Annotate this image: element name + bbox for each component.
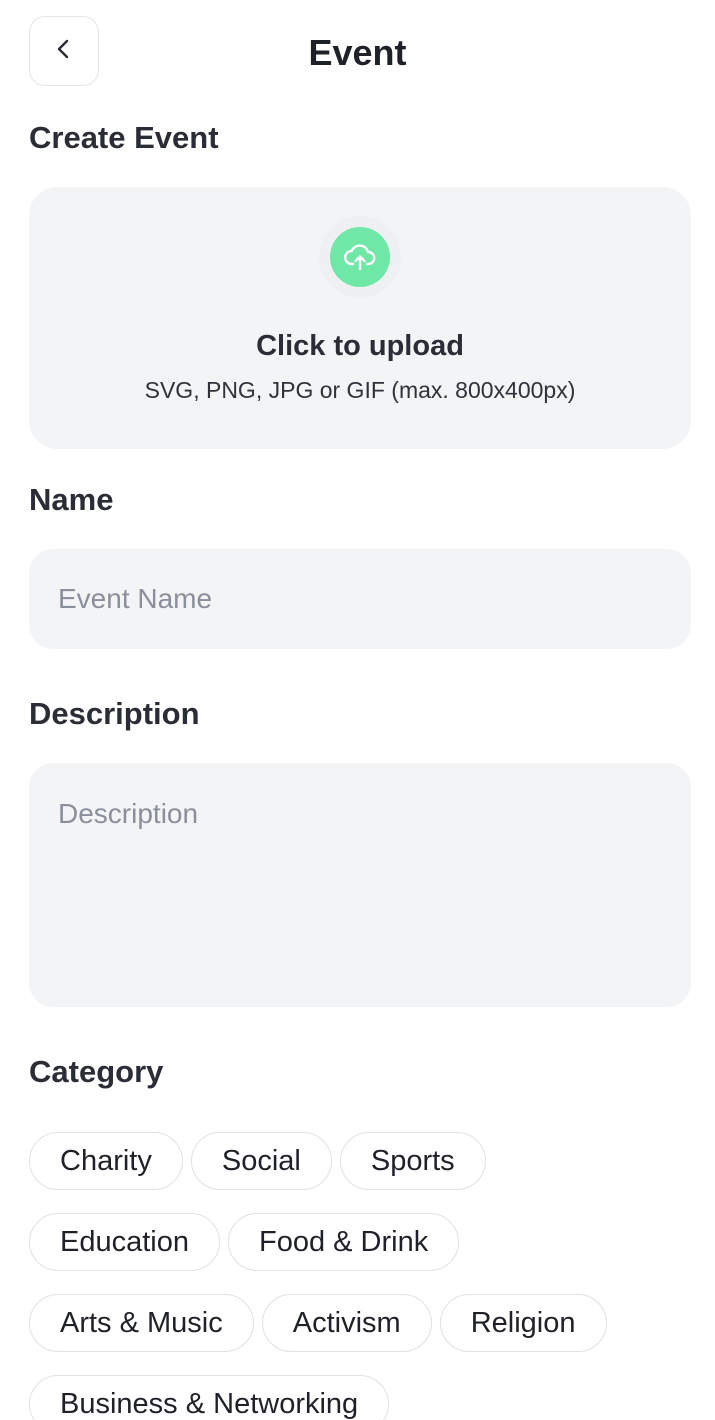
chip-row: Business & Networking — [29, 1375, 699, 1420]
description-input[interactable] — [29, 763, 691, 1007]
category-chip-arts-music[interactable]: Arts & Music — [29, 1294, 254, 1352]
name-label: Name — [29, 482, 114, 517]
upload-icon-ring — [319, 216, 401, 298]
upload-dropzone[interactable]: Click to upload SVG, PNG, JPG or GIF (ma… — [29, 187, 691, 449]
category-chips: Charity Social Sports Education Food & D… — [29, 1132, 699, 1420]
cloud-upload-icon — [330, 227, 390, 287]
chip-row: Education Food & Drink — [29, 1213, 699, 1271]
page-title: Event — [308, 32, 407, 73]
category-chip-charity[interactable]: Charity — [29, 1132, 183, 1190]
upload-title: Click to upload — [256, 330, 464, 362]
category-chip-business-networking[interactable]: Business & Networking — [29, 1375, 390, 1420]
category-chip-sports[interactable]: Sports — [339, 1132, 486, 1190]
event-name-input[interactable] — [29, 549, 691, 649]
description-label: Description — [29, 696, 200, 731]
chip-row: Arts & Music Activism Religion — [29, 1294, 699, 1352]
chip-row: Charity Social Sports — [29, 1132, 699, 1190]
category-chip-food-drink[interactable]: Food & Drink — [228, 1213, 460, 1271]
upload-hint: SVG, PNG, JPG or GIF (max. 800x400px) — [144, 377, 576, 403]
category-chip-education[interactable]: Education — [29, 1213, 220, 1271]
category-chip-religion[interactable]: Religion — [439, 1294, 607, 1352]
category-chip-activism[interactable]: Activism — [261, 1294, 432, 1352]
category-chip-social[interactable]: Social — [190, 1132, 332, 1190]
category-label: Category — [29, 1054, 164, 1089]
create-event-title: Create Event — [29, 120, 219, 155]
header: Event — [0, 0, 715, 106]
